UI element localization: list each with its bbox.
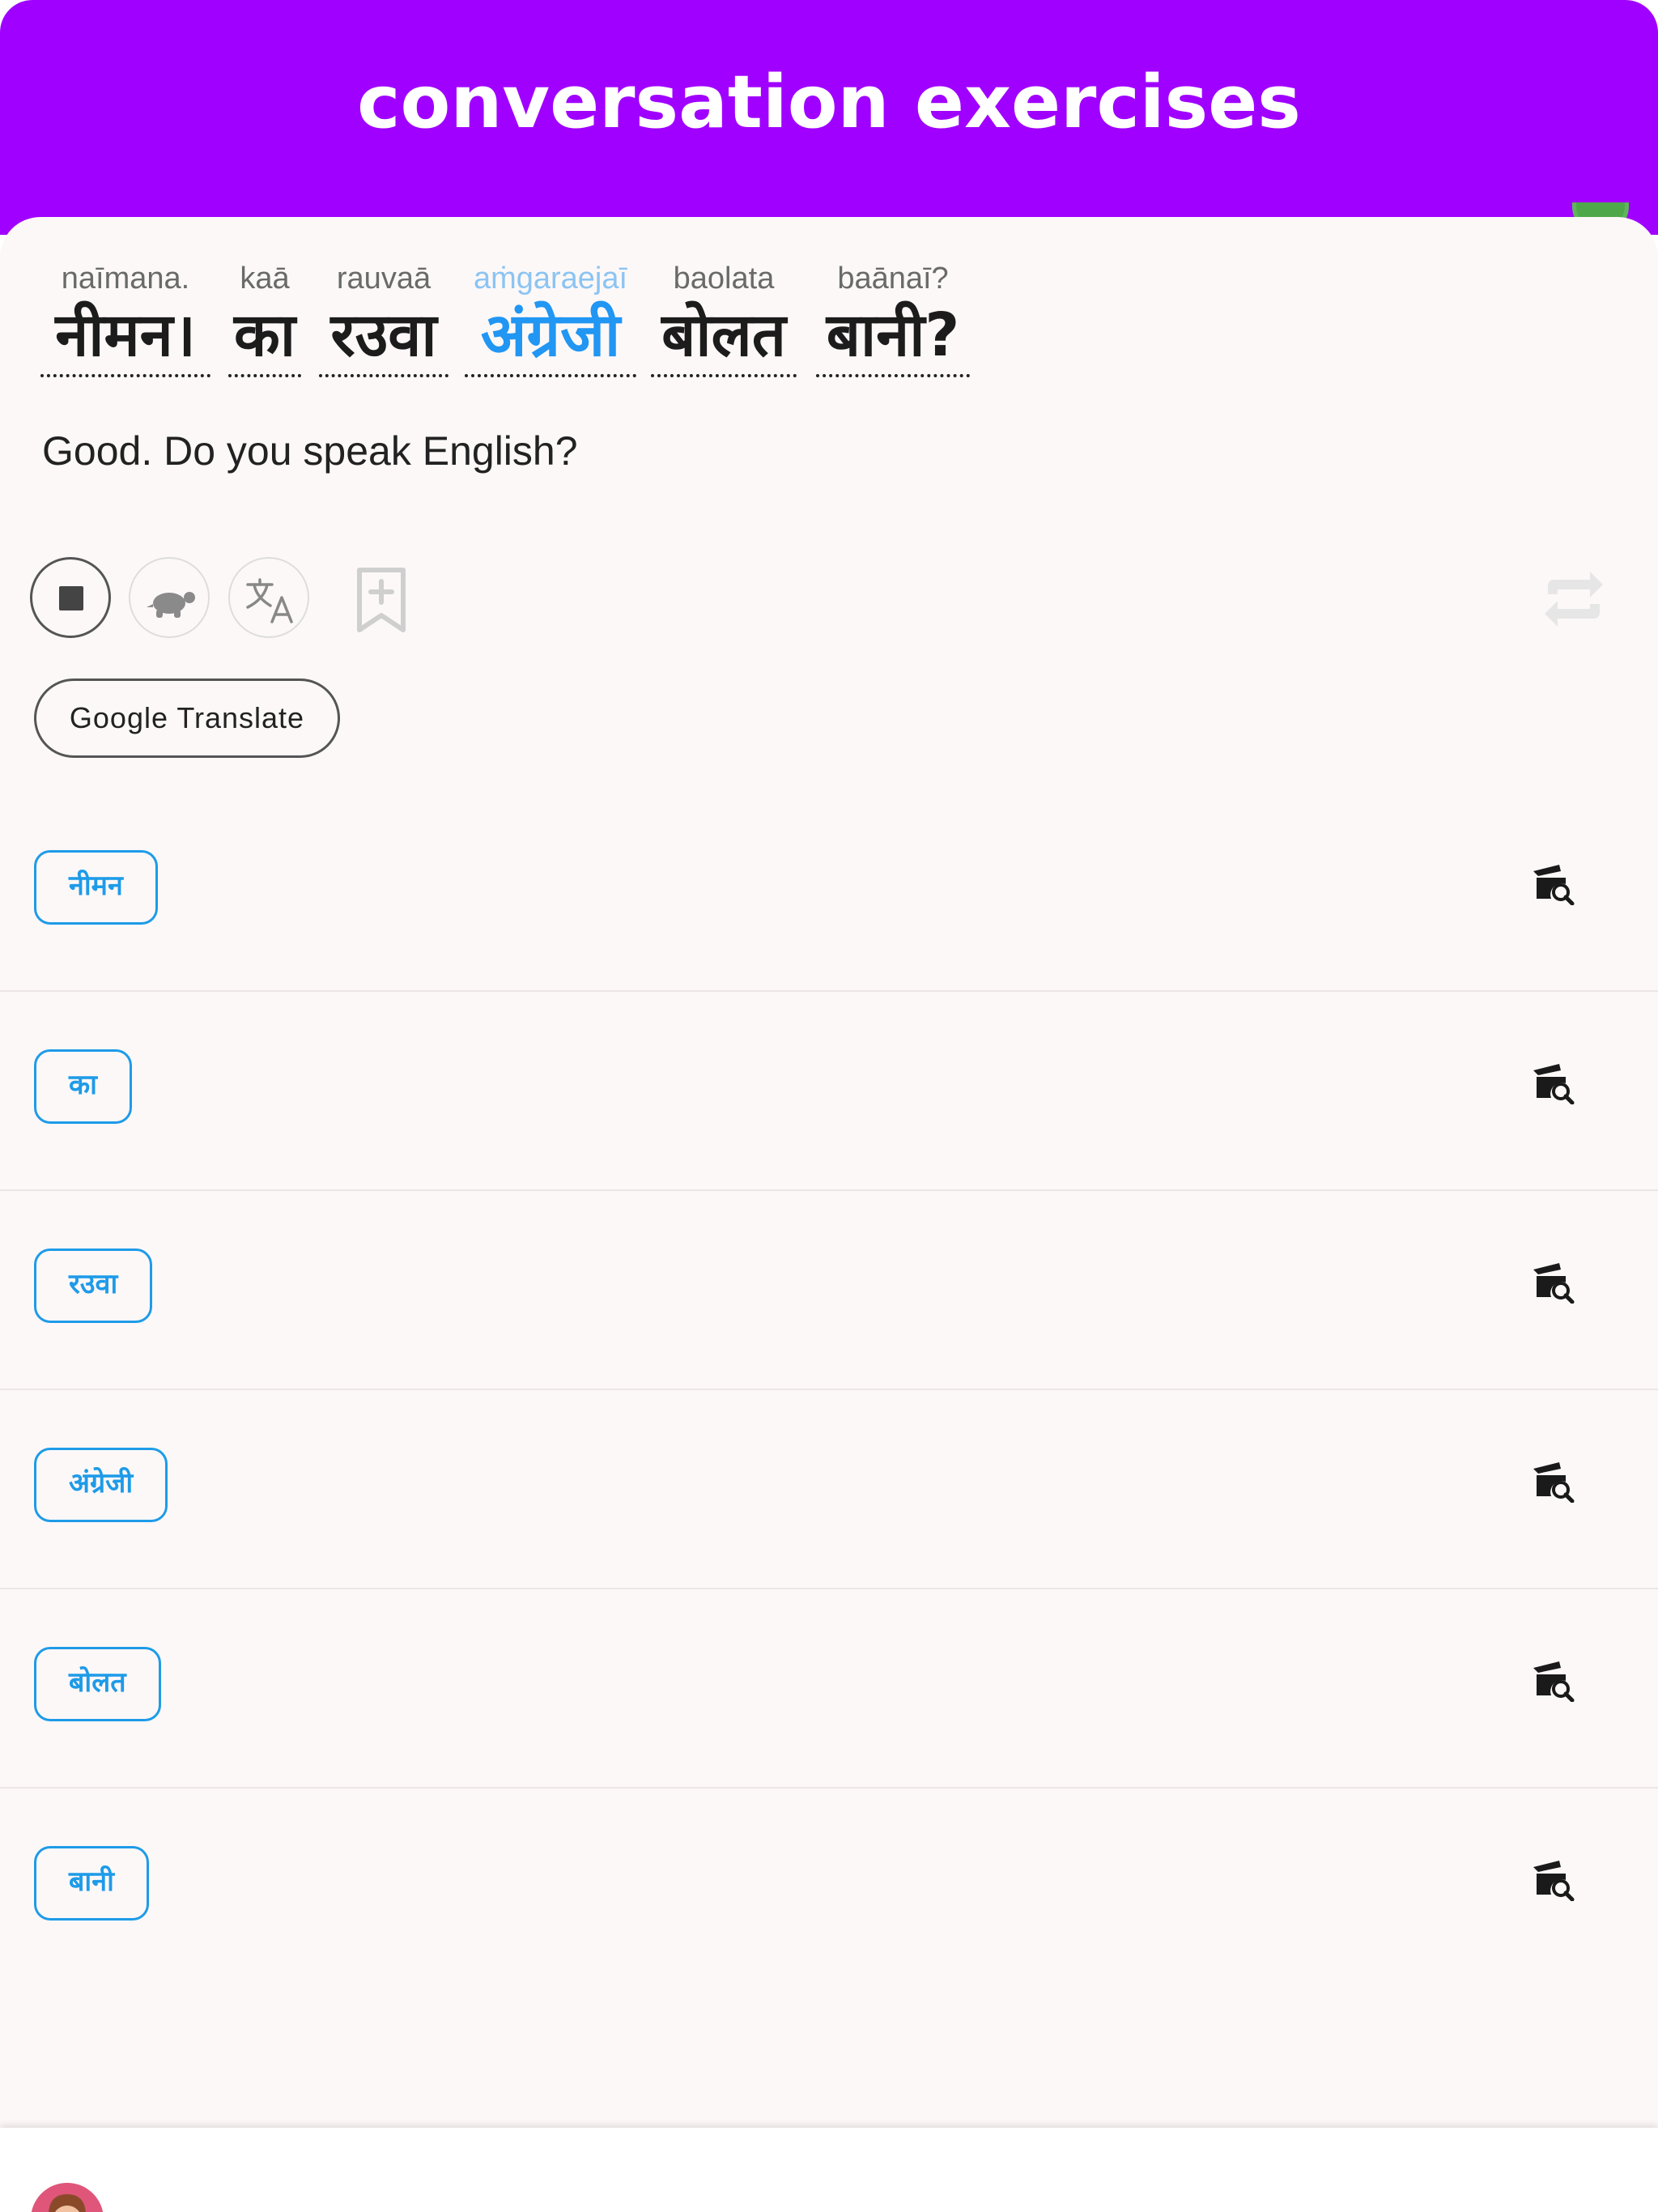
- sentence-word[interactable]: rauvaā रउवा: [319, 261, 449, 377]
- sentence-translation: Good. Do you speak English?: [42, 428, 578, 474]
- word-text: नीमन।: [40, 296, 210, 377]
- bookmark-button[interactable]: [353, 565, 410, 635]
- page-title: conversation exercises: [357, 60, 1301, 145]
- transliteration: baolata: [673, 262, 775, 296]
- video-search-icon[interactable]: [1530, 1457, 1575, 1503]
- transliteration: baānaī?: [837, 262, 949, 296]
- header: conversation exercises: [0, 0, 1658, 235]
- translate-icon: [246, 578, 293, 623]
- translate-button[interactable]: [228, 557, 309, 638]
- transliteration: kaā: [240, 262, 290, 296]
- bottom-bar: [0, 2128, 1658, 2212]
- sentence-word[interactable]: baolata बोलत: [651, 261, 797, 377]
- sentence-word[interactable]: kaā का: [228, 261, 301, 377]
- bookmark-add-icon: [357, 568, 406, 632]
- slow-playback-button[interactable]: [129, 557, 210, 638]
- page: conversation exercises naīmana. नीमन। ka…: [0, 0, 1658, 2212]
- word-text: रउवा: [319, 296, 449, 377]
- transliteration: naīmana.: [61, 262, 190, 296]
- tutor-avatar[interactable]: [31, 2183, 104, 2212]
- repeat-icon: [1545, 572, 1603, 627]
- video-search-icon[interactable]: [1530, 1059, 1575, 1104]
- list-item: बोलत: [0, 1590, 1658, 1789]
- transliteration: rauvaā: [336, 262, 432, 296]
- word-chip[interactable]: रउवा: [34, 1249, 153, 1323]
- transliteration: aṁgaraejaī: [473, 262, 628, 296]
- video-search-icon[interactable]: [1530, 860, 1575, 905]
- list-item: नीमन: [0, 793, 1658, 992]
- word-chip[interactable]: अंग्रेजी: [34, 1448, 168, 1522]
- video-search-icon[interactable]: [1530, 1657, 1575, 1702]
- word-text: बानी?: [816, 296, 970, 377]
- stop-button[interactable]: [30, 557, 111, 638]
- sentence-word[interactable]: baānaī? बानी?: [816, 261, 970, 377]
- list-item: बानी: [0, 1789, 1658, 1988]
- list-item: का: [0, 993, 1658, 1191]
- word-text: का: [228, 296, 301, 377]
- word-text: अंग्रेजी: [465, 296, 636, 377]
- word-chip[interactable]: नीमन: [34, 850, 158, 925]
- list-item: अंग्रेजी: [0, 1391, 1658, 1589]
- video-search-icon[interactable]: [1530, 1258, 1575, 1304]
- stop-icon: [59, 586, 83, 610]
- word-chip[interactable]: बानी: [34, 1846, 149, 1921]
- google-translate-button[interactable]: Google Translate: [34, 678, 340, 758]
- word-text: बोलत: [651, 296, 797, 377]
- sentence-word-highlighted[interactable]: aṁgaraejaī अंग्रेजी: [465, 261, 636, 377]
- turtle-icon: [147, 592, 195, 618]
- word-chip[interactable]: बोलत: [34, 1647, 161, 1721]
- list-item: रउवा: [0, 1192, 1658, 1390]
- sentence-word[interactable]: naīmana. नीमन।: [40, 261, 210, 377]
- repeat-button[interactable]: [1540, 562, 1608, 636]
- word-chip[interactable]: का: [34, 1049, 132, 1124]
- video-search-icon[interactable]: [1530, 1856, 1575, 1901]
